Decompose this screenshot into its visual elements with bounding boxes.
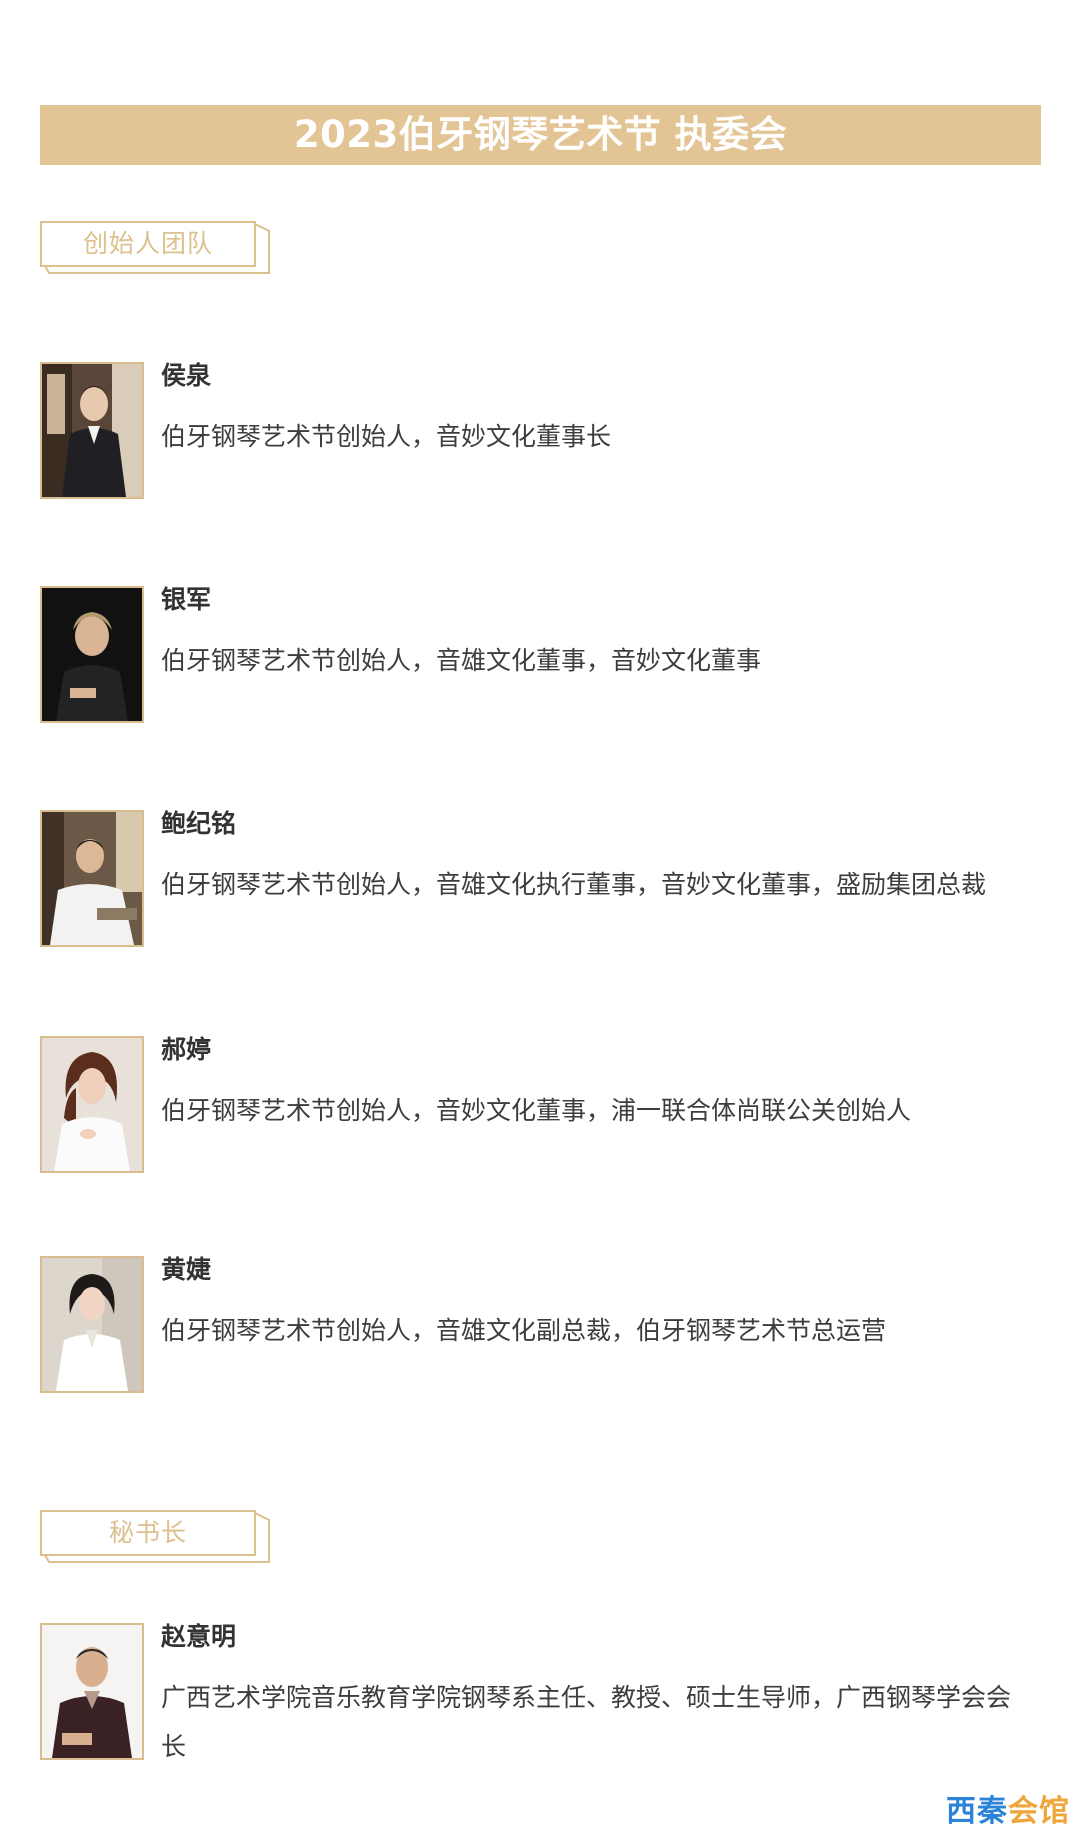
avatar [40,1623,144,1760]
section-header-founders: 创始人团队 [40,221,270,277]
avatar [40,586,144,723]
member-description: 伯牙钢琴艺术节创始人，音雄文化董事，音妙文化董事 [161,646,762,675]
member-description: 伯牙钢琴艺术节创始人，音妙文化董事，浦一联合体尚联公关创始人 [161,1096,912,1125]
watermark-part1: 西秦 [946,1794,1008,1829]
avatar [40,1256,144,1393]
member-description: 伯牙钢琴艺术节创始人，音妙文化董事长 [161,422,612,451]
section-header-secretary: 秘书长 [40,1510,270,1566]
member-description: 伯牙钢琴艺术节创始人，音雄文化副总裁，伯牙钢琴艺术节总运营 [161,1316,887,1345]
member-description: 伯牙钢琴艺术节创始人，音雄文化执行董事，音妙文化董事，盛励集团总裁 [161,870,987,899]
avatar [40,362,144,499]
section-label: 创始人团队 [82,229,213,258]
member-name: 侯泉 [161,361,212,390]
watermark-logo: 西秦会馆 [946,1786,1070,1830]
member-description: 广西艺术学院音乐教育学院钢琴系主任、教授、硕士生导师，广西钢琴学会会长 [161,1683,1012,1761]
member-name: 赵意明 [161,1622,237,1651]
section-label: 秘书长 [108,1518,187,1547]
member-name: 郝婷 [161,1035,212,1064]
watermark-part2: 会馆 [1008,1794,1070,1829]
member-name: 银军 [161,585,212,614]
member-name: 黄婕 [161,1255,212,1284]
avatar [40,1036,144,1173]
page-title-banner: 2023伯牙钢琴艺术节 执委会 [40,105,1041,165]
avatar [40,810,144,947]
member-name: 鲍纪铭 [161,809,237,838]
